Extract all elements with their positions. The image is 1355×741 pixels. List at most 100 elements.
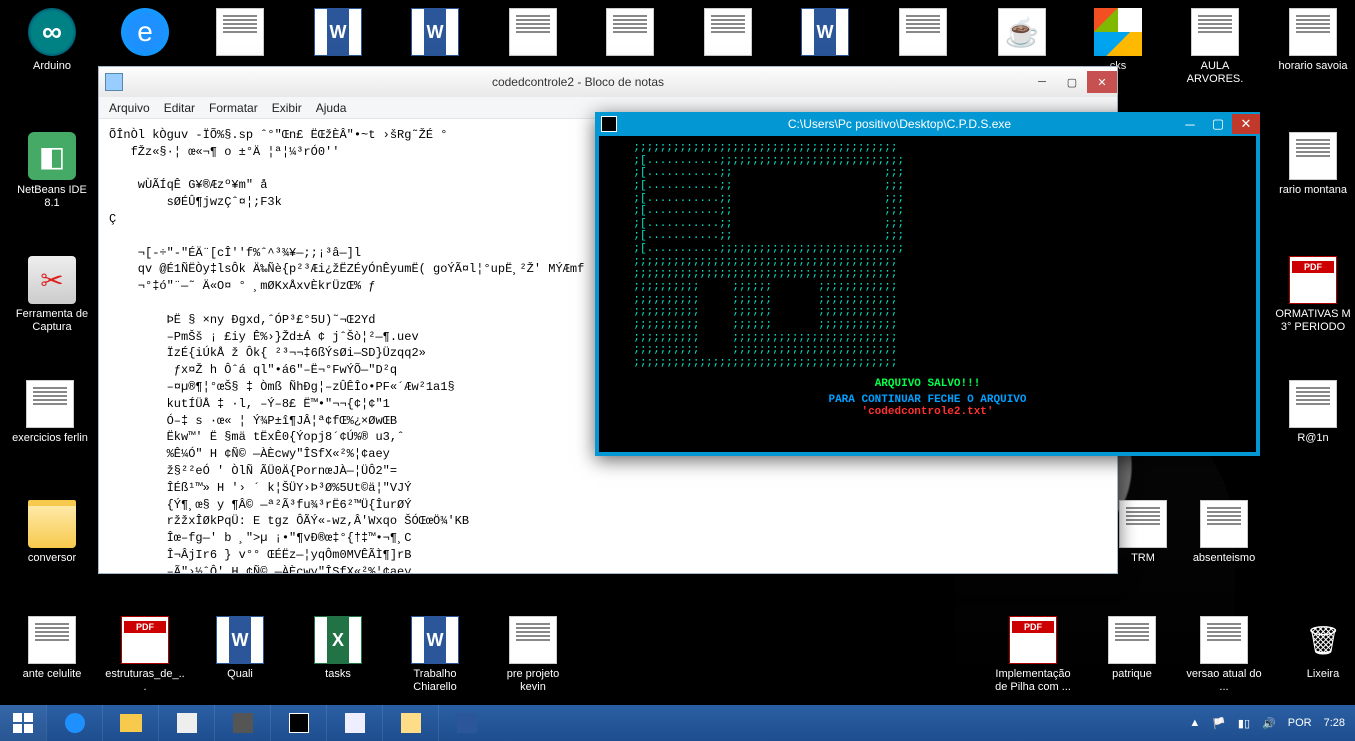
desktop-icon-txt14[interactable]: pre projeto kevin: [493, 616, 573, 694]
desktop-icon-snip[interactable]: ✂Ferramenta de Captura: [12, 256, 92, 334]
icon-label: Lixeira: [1283, 668, 1355, 681]
desktop-icon-folder1[interactable]: conversor: [12, 500, 92, 565]
menu-formatar[interactable]: Formatar: [209, 101, 258, 115]
desktop-icon-txt12[interactable]: absenteismo: [1184, 500, 1264, 565]
desktop-icon-pdf3[interactable]: Implementação de Pilha com ...: [993, 616, 1073, 694]
icon-label: estruturas_de_...: [105, 668, 185, 694]
txt-icon: [899, 8, 947, 56]
task-app1[interactable]: [158, 705, 214, 741]
console-maximize-button[interactable]: ▢: [1204, 114, 1232, 134]
desktop-icon-txt13[interactable]: ante celulite: [12, 616, 92, 681]
minimize-button[interactable]: ─: [1027, 71, 1057, 93]
desktop-icon-trash[interactable]: 🗑Lixeira: [1283, 616, 1355, 681]
console-close-button[interactable]: ✕: [1232, 114, 1260, 134]
txt-icon: [509, 616, 557, 664]
desktop-icon-word5[interactable]: Trabalho Chiarello: [395, 616, 475, 694]
icon-label: Arduino: [12, 60, 92, 73]
menu-exibir[interactable]: Exibir: [272, 101, 302, 115]
txt-icon: [1289, 380, 1337, 428]
desktop-icon-txt10[interactable]: R@1n: [1273, 380, 1353, 445]
txt-icon: [26, 380, 74, 428]
icon-label: absenteismo: [1184, 552, 1264, 565]
desktop-icon-txt6[interactable]: AULA ARVORES.: [1175, 8, 1255, 86]
desktop-icon-pdf1[interactable]: ORMATIVAS M 3° PERIODO: [1273, 256, 1353, 334]
java-icon: ☕: [998, 8, 1046, 56]
icon-label: pre projeto kevin: [493, 668, 573, 694]
word-icon: [314, 8, 362, 56]
desktop-icon-txt4[interactable]: [688, 8, 768, 60]
icon-label: Ferramenta de Captura: [12, 308, 92, 334]
tray-chevron-up-icon[interactable]: ▲: [1189, 717, 1200, 729]
system-tray: ▲ 🏳️ ▮▯ 🔊 POR 7:28: [1179, 717, 1355, 730]
desktop-icon-txt8[interactable]: rario montana: [1273, 132, 1353, 197]
pdf-icon: [1009, 616, 1057, 664]
desktop-icon-java1[interactable]: ☕: [982, 8, 1062, 60]
word-icon: [411, 616, 459, 664]
desktop-icon-winlogo[interactable]: cks: [1078, 8, 1158, 73]
folder-icon: [28, 500, 76, 548]
tray-wifi-icon[interactable]: ▮▯: [1238, 717, 1250, 730]
close-button[interactable]: ✕: [1087, 71, 1117, 93]
desktop-icon-txt1[interactable]: [200, 8, 280, 60]
desktop-icon-excel1[interactable]: tasks: [298, 616, 378, 681]
notepad-title: codedcontrole2 - Bloco de notas: [129, 75, 1027, 89]
tray-volume-icon[interactable]: 🔊: [1262, 717, 1276, 730]
desktop-icon-ie[interactable]: e: [105, 8, 185, 60]
console-window: C:\Users\Pc positivo\Desktop\C.P.D.S.exe…: [595, 112, 1260, 456]
txt-icon: [1191, 8, 1239, 56]
menu-ajuda[interactable]: Ajuda: [316, 101, 347, 115]
icon-label: horario savoia: [1273, 60, 1353, 73]
task-app6[interactable]: [438, 705, 494, 741]
console-msg-saved: ARQUIVO SALVO!!!: [607, 378, 1248, 390]
icon-label: versao atual do ...: [1184, 668, 1264, 694]
txt-icon: [1200, 500, 1248, 548]
console-msg-filename: 'codedcontrole2.txt': [607, 406, 1248, 418]
tray-flag-icon[interactable]: 🏳️: [1212, 717, 1226, 730]
desktop-icon-word4[interactable]: Quali: [200, 616, 280, 681]
icon-label: Trabalho Chiarello: [395, 668, 475, 694]
start-button[interactable]: [0, 705, 46, 741]
word-icon: [216, 616, 264, 664]
icon-label: conversor: [12, 552, 92, 565]
desktop-icon-txt5[interactable]: [883, 8, 963, 60]
winlogo-icon: [1094, 8, 1142, 56]
ie-icon: e: [121, 8, 169, 56]
desktop-icon-txt3[interactable]: [590, 8, 670, 60]
task-app5[interactable]: [382, 705, 438, 741]
maximize-button[interactable]: ▢: [1057, 71, 1087, 93]
desktop-icon-txt2[interactable]: [493, 8, 573, 60]
console-body[interactable]: ;;;;;;;;;;;;;;;;;;;;;;;;;;;;;;;;;;;;;;;;…: [599, 136, 1256, 452]
pdf-icon: [121, 616, 169, 664]
desktop-icon-word1[interactable]: [298, 8, 378, 60]
menu-editar[interactable]: Editar: [164, 101, 195, 115]
task-app4[interactable]: [326, 705, 382, 741]
task-ie[interactable]: [46, 705, 102, 741]
menu-arquivo[interactable]: Arquivo: [109, 101, 150, 115]
tray-language[interactable]: POR: [1288, 717, 1312, 729]
icon-label: exercicios ferlin: [10, 432, 90, 445]
txt-icon: [509, 8, 557, 56]
notepad-titlebar[interactable]: codedcontrole2 - Bloco de notas ─ ▢ ✕: [99, 67, 1117, 97]
tray-clock[interactable]: 7:28: [1324, 717, 1345, 729]
desktop-icon-word2[interactable]: [395, 8, 475, 60]
desktop-icon-txt16[interactable]: versao atual do ...: [1184, 616, 1264, 694]
desktop-icon-arduino[interactable]: ∞ Arduino: [12, 8, 92, 73]
pdf-icon: [1289, 256, 1337, 304]
desktop-icon-txt15[interactable]: patrique: [1092, 616, 1172, 681]
desktop-icon-txt9[interactable]: exercicios ferlin: [10, 380, 90, 445]
desktop-icon-pdf2[interactable]: estruturas_de_...: [105, 616, 185, 694]
arduino-icon: ∞: [28, 8, 76, 56]
txt-icon: [1119, 500, 1167, 548]
desktop-icon-txt7[interactable]: horario savoia: [1273, 8, 1353, 73]
task-app2[interactable]: [214, 705, 270, 741]
console-msg-continue: PARA CONTINUAR FECHE O ARQUIVO: [607, 394, 1248, 406]
console-ascii-art: ;;;;;;;;;;;;;;;;;;;;;;;;;;;;;;;;;;;;;;;;…: [607, 142, 1248, 370]
console-minimize-button[interactable]: ─: [1176, 114, 1204, 134]
console-title: C:\Users\Pc positivo\Desktop\C.P.D.S.exe: [623, 117, 1176, 131]
task-app3[interactable]: [270, 705, 326, 741]
console-titlebar[interactable]: C:\Users\Pc positivo\Desktop\C.P.D.S.exe…: [595, 112, 1260, 136]
desktop-icon-netbeans[interactable]: ◧NetBeans IDE 8.1: [12, 132, 92, 210]
desktop-icon-word3[interactable]: [785, 8, 865, 60]
task-explorer[interactable]: [102, 705, 158, 741]
icon-label: NetBeans IDE 8.1: [12, 184, 92, 210]
